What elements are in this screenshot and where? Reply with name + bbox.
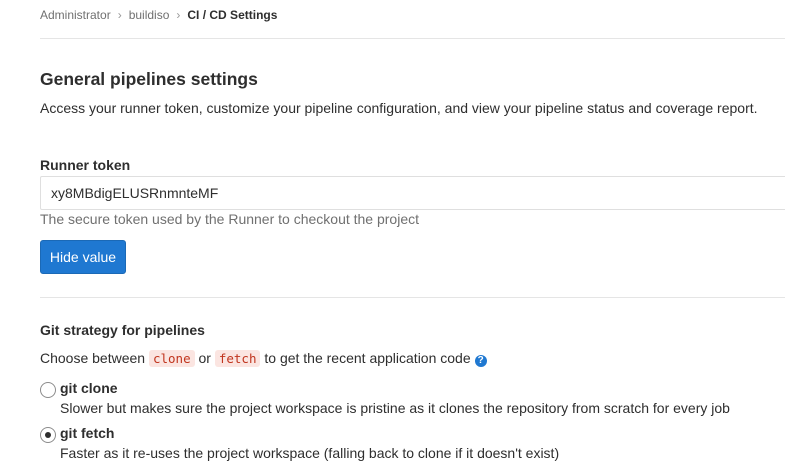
git-clone-radio[interactable]: [40, 382, 56, 398]
runner-token-help: The secure token used by the Runner to c…: [40, 211, 420, 227]
choose-or: or: [198, 350, 211, 366]
section-description: Access your runner token, customize your…: [40, 100, 758, 116]
choose-prefix: Choose between: [40, 350, 146, 366]
git-clone-label[interactable]: git clone: [60, 379, 118, 397]
breadcrumb-item-administrator[interactable]: Administrator: [40, 8, 111, 22]
git-fetch-radio[interactable]: [40, 427, 56, 443]
section-divider: [40, 297, 785, 298]
breadcrumb-item-current[interactable]: CI / CD Settings: [187, 8, 277, 22]
breadcrumb: Administrator › buildiso › CI / CD Settings: [40, 7, 277, 23]
runner-token-field[interactable]: xy8MBdigELUSRnmnteMF: [40, 176, 785, 210]
code-clone: clone: [148, 350, 195, 367]
git-fetch-description: Faster as it re-uses the project workspa…: [60, 445, 560, 461]
section-title: General pipelines settings: [40, 69, 258, 89]
header-divider: [40, 38, 785, 39]
git-fetch-label[interactable]: git fetch: [60, 424, 114, 442]
code-fetch: fetch: [214, 350, 261, 367]
runner-token-label: Runner token: [40, 157, 131, 173]
hide-value-button[interactable]: Hide value: [40, 240, 126, 274]
git-clone-description: Slower but makes sure the project worksp…: [60, 400, 730, 416]
choose-suffix: to get the recent application code: [264, 350, 471, 366]
git-strategy-description: Choose between clone or fetch to get the…: [40, 348, 487, 369]
git-strategy-label: Git strategy for pipelines: [40, 322, 205, 338]
chevron-right-icon: ›: [176, 8, 181, 22]
chevron-right-icon: ›: [117, 8, 122, 22]
question-circle-icon[interactable]: ?: [474, 355, 487, 367]
breadcrumb-item-project[interactable]: buildiso: [129, 8, 170, 22]
